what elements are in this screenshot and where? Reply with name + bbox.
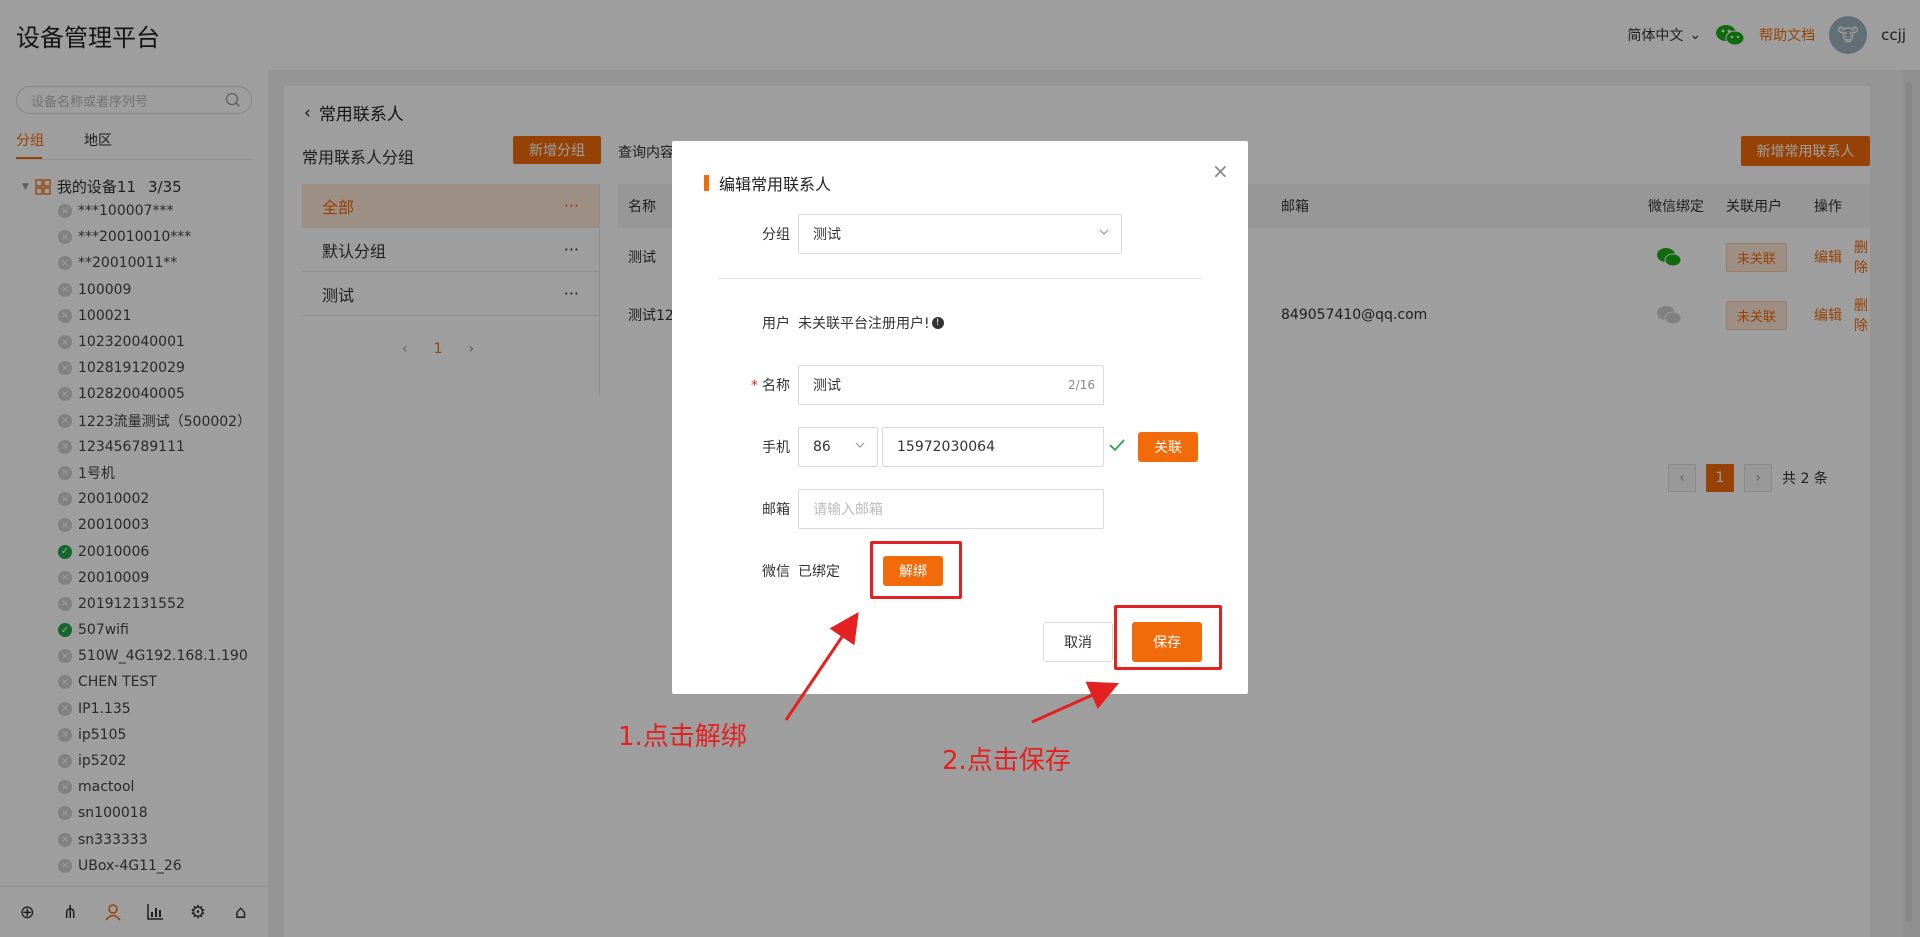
annotation-step2: 2.点击保存	[942, 746, 1071, 776]
annotation-arrows	[784, 612, 1119, 724]
app-root: 设备管理平台 简体中文 ⌄ 帮助文档 🐮 ccjj 设备名称或者序列号 分组 地…	[0, 0, 1920, 937]
annotation-step1: 1.点击解绑	[618, 722, 747, 752]
